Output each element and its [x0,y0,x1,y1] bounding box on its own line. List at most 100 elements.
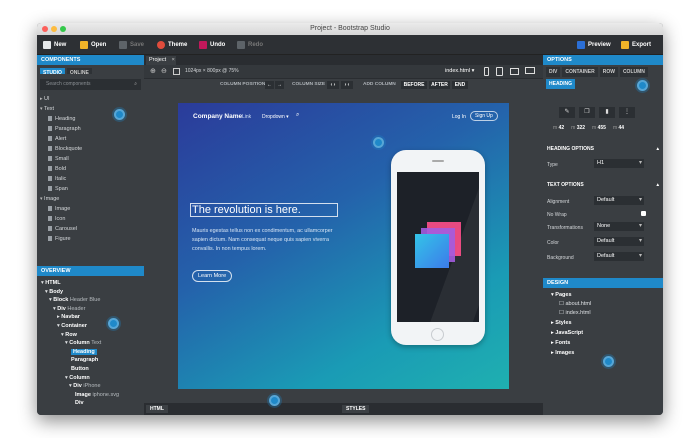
hotspot-marker[interactable] [108,318,119,329]
tree-node-block[interactable]: ▾ Block Header Blue [41,296,144,305]
tree-node-heading[interactable]: Heading [41,348,144,357]
site-signup-button[interactable]: Sign Up [470,111,498,121]
desktop-device-icon[interactable] [525,67,535,74]
margin-value[interactable]: m 322 [571,125,585,131]
undo-button[interactable]: Undo [199,40,225,50]
tree-node-button[interactable]: Button [41,365,144,374]
tree-node-div-header[interactable]: ▾ Div Header [41,305,144,314]
group-ui[interactable]: ▸ UI [40,94,144,104]
edit-icon[interactable]: ✎ [559,107,575,118]
redo-button[interactable]: Redo [237,40,263,50]
site-learn-more-button[interactable]: Learn More [192,270,233,282]
margin-value[interactable]: m 44 [613,125,624,131]
background-select[interactable]: Default [594,252,644,261]
page-select[interactable]: index.html ▾ [445,68,474,74]
color-select[interactable]: Default [594,237,644,246]
javascript-node[interactable]: ▸ JavaScript [551,329,663,339]
tree-node-div[interactable]: Div [41,399,144,408]
tab-studio[interactable]: STUDIO [40,68,65,76]
component-italic[interactable]: Italic [48,174,144,184]
tree-node-column[interactable]: ▾ Column [41,374,144,383]
crumb-heading[interactable]: HEADING [546,79,576,89]
site-brand[interactable]: Company Name [193,113,242,120]
tree-node-div-iphone[interactable]: ▾ Div iPhone [41,382,144,391]
more-icon[interactable]: ⋮ [619,107,635,118]
component-icon[interactable]: Icon [48,214,144,224]
design-canvas[interactable]: Company Name Link Dropdown ▾ ⌕ Log In Si… [178,103,509,389]
theme-button[interactable]: Theme [157,40,187,50]
zoom-out-icon[interactable]: ⊖ [161,67,167,75]
styles-panel-button[interactable]: STYLES [342,405,370,413]
group-image[interactable]: ▾ Image [40,194,144,204]
component-image[interactable]: Image [48,204,144,214]
nowrap-checkbox[interactable] [641,211,646,216]
laptop-device-icon[interactable] [510,68,519,75]
component-carousel[interactable]: Carousel [48,224,144,234]
hotspot-marker[interactable] [637,80,648,91]
close-window-button[interactable] [42,26,48,32]
crumb-column[interactable]: COLUMN [619,67,648,77]
component-alert[interactable]: Alert [48,134,144,144]
group-text[interactable]: ▾ Text [40,104,144,114]
tab-online[interactable]: ONLINE [66,68,92,76]
fit-screen-icon[interactable] [173,68,180,75]
export-button[interactable]: Export [621,40,651,50]
text-options-header[interactable]: TEXT OPTIONS ▴ [547,182,659,188]
hotspot-marker[interactable] [373,137,384,148]
search-components-input[interactable]: Search components ⌕ [40,79,141,90]
styles-node[interactable]: ▸ Styles [551,319,663,329]
tree-node-body[interactable]: ▾ Body [41,288,144,297]
html-panel-button[interactable]: HTML [146,405,168,413]
heading-options-header[interactable]: HEADING OPTIONS ▴ [547,146,659,152]
hotspot-marker[interactable] [114,109,125,120]
duplicate-icon[interactable]: ❐ [579,107,595,118]
shrink-column-button[interactable]: ‹ › [327,81,339,89]
tree-node-navbar[interactable]: ▸ Navbar [41,313,144,322]
component-figure[interactable]: Figure [48,234,144,244]
tree-node-html[interactable]: ▾ HTML [41,279,144,288]
iphone-image[interactable] [391,150,485,345]
selected-heading-outline[interactable]: The revolution is here. [190,203,338,217]
delete-icon[interactable]: ▮ [599,107,615,118]
tree-node-paragraph[interactable]: Paragraph [41,356,144,365]
crumb-container[interactable]: CONTAINER [562,67,598,77]
tree-node-row[interactable]: ▾ Row [41,331,144,340]
move-left-button[interactable]: ← [265,81,274,89]
move-right-button[interactable]: → [275,81,284,89]
minimize-window-button[interactable] [51,26,57,32]
margin-value[interactable]: m 455 [592,125,606,131]
page-item[interactable]: ☐ index.html [551,310,663,319]
add-before-button[interactable]: BEFORE [401,81,427,89]
fonts-node[interactable]: ▸ Fonts [551,339,663,349]
crumb-row[interactable]: ROW [599,67,618,77]
transformations-select[interactable]: None [594,222,644,231]
new-button[interactable]: New [43,40,66,50]
crumb-div[interactable]: DIV [546,67,561,77]
site-login-link[interactable]: Log In [452,114,466,120]
tab-project[interactable]: Project × [146,56,176,65]
close-tab-icon[interactable]: × [172,57,175,63]
hotspot-marker[interactable] [269,395,280,406]
type-select[interactable]: H1 [594,159,644,168]
hotspot-marker[interactable] [603,356,614,367]
component-paragraph[interactable]: Paragraph [48,124,144,134]
preview-button[interactable]: Preview [577,40,611,50]
component-blockquote[interactable]: Blockquote [48,144,144,154]
zoom-window-button[interactable] [60,26,66,32]
tree-node-column-text[interactable]: ▾ Column Text [41,339,144,348]
tree-node-image[interactable]: Image iphone.svg [41,391,144,400]
component-heading[interactable]: Heading [48,114,144,124]
site-nav-link[interactable]: Link [242,114,251,120]
add-end-button[interactable]: END [452,81,468,89]
phone-device-icon[interactable] [484,67,489,76]
component-bold[interactable]: Bold [48,164,144,174]
site-nav-dropdown[interactable]: Dropdown ▾ [262,114,289,120]
page-item[interactable]: ☐ about.html [551,301,663,310]
zoom-in-icon[interactable]: ⊕ [150,67,156,75]
add-after-button[interactable]: AFTER [429,81,450,89]
tablet-device-icon[interactable] [496,67,503,76]
margin-value[interactable]: m 42 [553,125,564,131]
grow-column-button[interactable]: › ‹ [341,81,353,89]
site-paragraph[interactable]: Mauris egestas tellus non ex condimentum… [192,227,342,254]
pages-node[interactable]: ▾ Pages [551,292,663,301]
